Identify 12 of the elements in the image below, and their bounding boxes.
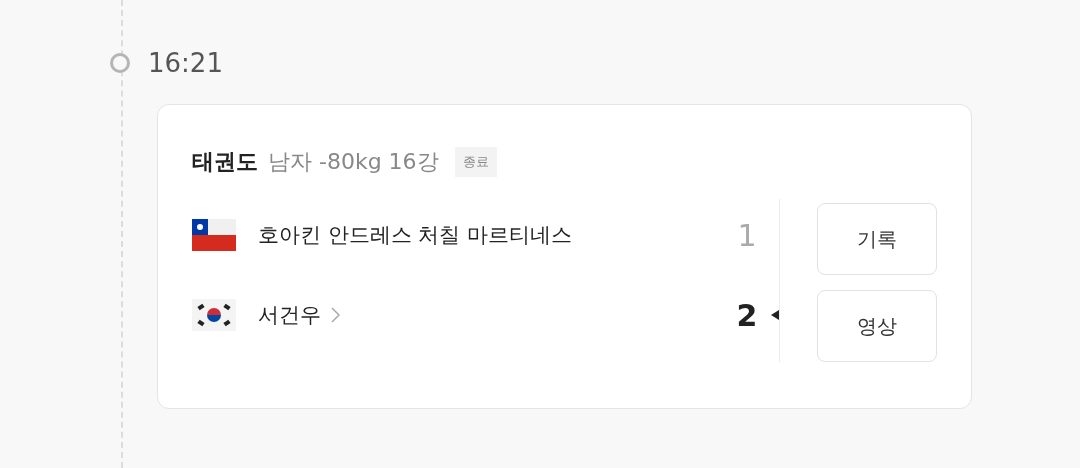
action-button[interactable]: 기록 xyxy=(817,203,937,275)
player-name: 호아킨 안드레스 처칠 마르티네스 xyxy=(258,222,573,249)
status-badge: 종료 xyxy=(454,147,497,177)
event-detail: 남자 -80kg 16강 xyxy=(268,148,439,176)
timeline-dot xyxy=(110,53,130,73)
sport-name: 태권도 xyxy=(192,148,258,176)
action-button[interactable]: 영상 xyxy=(817,290,937,362)
player-name[interactable]: 서건우 xyxy=(258,301,321,329)
chevron-right-icon[interactable] xyxy=(331,307,340,323)
player-score: 2 xyxy=(735,297,759,333)
player-score: 1 xyxy=(736,217,758,253)
match-time: 16:21 xyxy=(148,48,223,78)
